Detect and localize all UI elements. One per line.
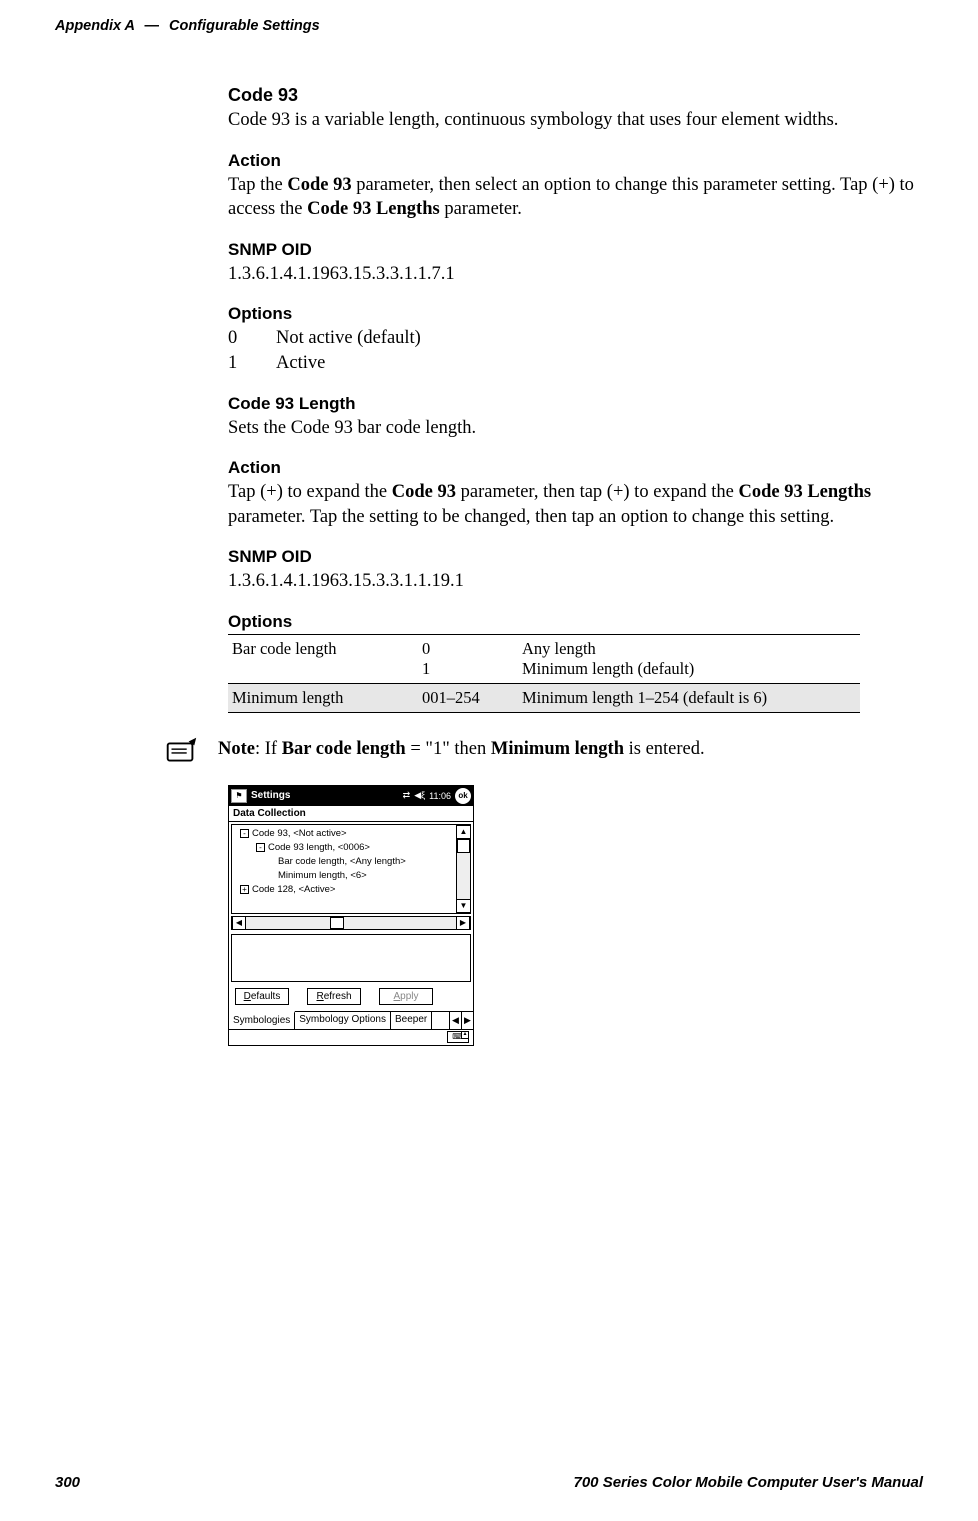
cell-desc: Minimum length 1–254 (default is 6) <box>518 683 860 712</box>
table-row: Minimum length 001–254 Minimum length 1–… <box>228 683 860 712</box>
table-row: Bar code length 0 1 Any length Minimum l… <box>228 634 860 683</box>
text-code93-desc: Code 93 is a variable length, continuous… <box>228 108 928 133</box>
tab-beeper[interactable]: Beeper <box>391 1012 432 1029</box>
cell-values: 001–254 <box>418 683 518 712</box>
header-appendix: Appendix A <box>55 18 134 34</box>
scroll-thumb[interactable] <box>330 917 344 929</box>
collapse-icon[interactable]: - <box>240 829 249 838</box>
options-table: Bar code length 0 1 Any length Minimum l… <box>228 634 860 713</box>
clock-text[interactable]: 11:06 <box>429 791 451 801</box>
tree-item[interactable]: +Code 128, <Active> <box>234 883 456 897</box>
scroll-left-icon[interactable]: ◀ <box>232 917 246 929</box>
tree-item[interactable]: -Code 93, <Not active> <box>234 827 456 841</box>
scroll-track[interactable] <box>457 839 470 899</box>
text-action2: Tap (+) to expand the Code 93 parameter,… <box>228 480 928 529</box>
scroll-up-icon[interactable]: ▲ <box>457 825 470 839</box>
sip-bar: ⌨ <box>229 1029 473 1045</box>
text-action1: Tap the Code 93 parameter, then select a… <box>228 173 928 222</box>
note-block: Note: If Bar code length = "1" then Mini… <box>228 737 928 767</box>
header-section: Configurable Settings <box>169 18 320 34</box>
horizontal-scrollbar[interactable]: ◀ ▶ <box>231 916 471 930</box>
heading-action2: Action <box>228 458 928 478</box>
note-icon <box>162 737 200 767</box>
heading-action1: Action <box>228 151 928 171</box>
device-screenshot: ⚑ Settings ⇄ ◀ξ 11:06 ok Data Collection… <box>228 785 474 1046</box>
heading-options1: Options <box>228 304 928 324</box>
window-titlebar: ⚑ Settings ⇄ ◀ξ 11:06 ok <box>229 786 473 806</box>
cell-values: 0 1 <box>418 634 518 683</box>
note-text: Note: If Bar code length = "1" then Mini… <box>218 737 705 762</box>
vertical-scrollbar[interactable]: ▲ ▼ <box>456 825 470 913</box>
window-title: Settings <box>251 790 403 801</box>
scroll-thumb[interactable] <box>457 839 470 853</box>
bold-code93: Code 93 <box>287 175 351 195</box>
tab-scroll-right-icon[interactable]: ▶ <box>461 1012 473 1029</box>
heading-snmp2: SNMP OID <box>228 547 928 567</box>
defaults-button[interactable]: Defaults <box>235 988 289 1005</box>
bold-code93-lengths-2: Code 93 Lengths <box>738 482 871 502</box>
tree-item[interactable]: Minimum length, <6> <box>234 869 456 883</box>
tree-view[interactable]: -Code 93, <Not active> -Code 93 length, … <box>231 824 471 914</box>
refresh-button[interactable]: Refresh <box>307 988 361 1005</box>
scroll-right-icon[interactable]: ▶ <box>456 917 470 929</box>
panel-title: Data Collection <box>229 806 473 822</box>
page-header: Appendix A — Configurable Settings <box>55 18 320 34</box>
apply-button: Apply <box>379 988 433 1005</box>
tree-item[interactable]: -Code 93 length, <0006> <box>234 841 456 855</box>
expand-icon[interactable]: + <box>240 885 249 894</box>
scroll-down-icon[interactable]: ▼ <box>457 899 470 913</box>
speaker-icon[interactable]: ◀ξ <box>414 790 425 801</box>
header-separator: — <box>145 18 160 34</box>
cell-desc: Any length Minimum length (default) <box>518 634 860 683</box>
text-snmp2: 1.3.6.1.4.1.1963.15.3.3.1.1.19.1 <box>228 569 928 594</box>
tab-symbologies[interactable]: Symbologies <box>229 1011 295 1029</box>
text-snmp1: 1.3.6.1.4.1.1963.15.3.3.1.1.7.1 <box>228 262 928 287</box>
option-row: 1Active <box>228 351 928 376</box>
tab-symbology-options[interactable]: Symbology Options <box>295 1012 391 1029</box>
collapse-icon[interactable]: - <box>256 843 265 852</box>
edit-panel[interactable] <box>231 934 471 982</box>
tab-strip: Symbologies Symbology Options Beeper ◀ ▶ <box>229 1011 473 1029</box>
options-list1: 0Not active (default) 1Active <box>228 326 928 375</box>
heading-code93-length: Code 93 Length <box>228 394 928 414</box>
bold-code93-2: Code 93 <box>392 482 456 502</box>
option-row: 0Not active (default) <box>228 326 928 351</box>
scroll-track[interactable] <box>246 917 456 929</box>
button-row: Defaults Refresh Apply <box>229 986 473 1011</box>
heading-options2: Options <box>228 612 928 632</box>
heading-code93: Code 93 <box>228 85 928 106</box>
start-flag-icon[interactable]: ⚑ <box>231 789 247 803</box>
tree-item[interactable]: Bar code length, <Any length> <box>234 855 456 869</box>
cell-param: Bar code length <box>228 634 418 683</box>
bold-code93-lengths: Code 93 Lengths <box>307 199 440 219</box>
tab-scroll-left-icon[interactable]: ◀ <box>449 1012 461 1029</box>
page-number: 300 <box>55 1474 80 1491</box>
page-footer: 300 700 Series Color Mobile Computer Use… <box>55 1474 923 1491</box>
cell-param: Minimum length <box>228 683 418 712</box>
connectivity-icon[interactable]: ⇄ <box>403 790 411 801</box>
text-code93-length-desc: Sets the Code 93 bar code length. <box>228 416 928 441</box>
ok-button[interactable]: ok <box>455 788 471 804</box>
keyboard-icon[interactable]: ⌨ <box>447 1031 469 1043</box>
footer-title: 700 Series Color Mobile Computer User's … <box>574 1474 924 1491</box>
heading-snmp1: SNMP OID <box>228 240 928 260</box>
